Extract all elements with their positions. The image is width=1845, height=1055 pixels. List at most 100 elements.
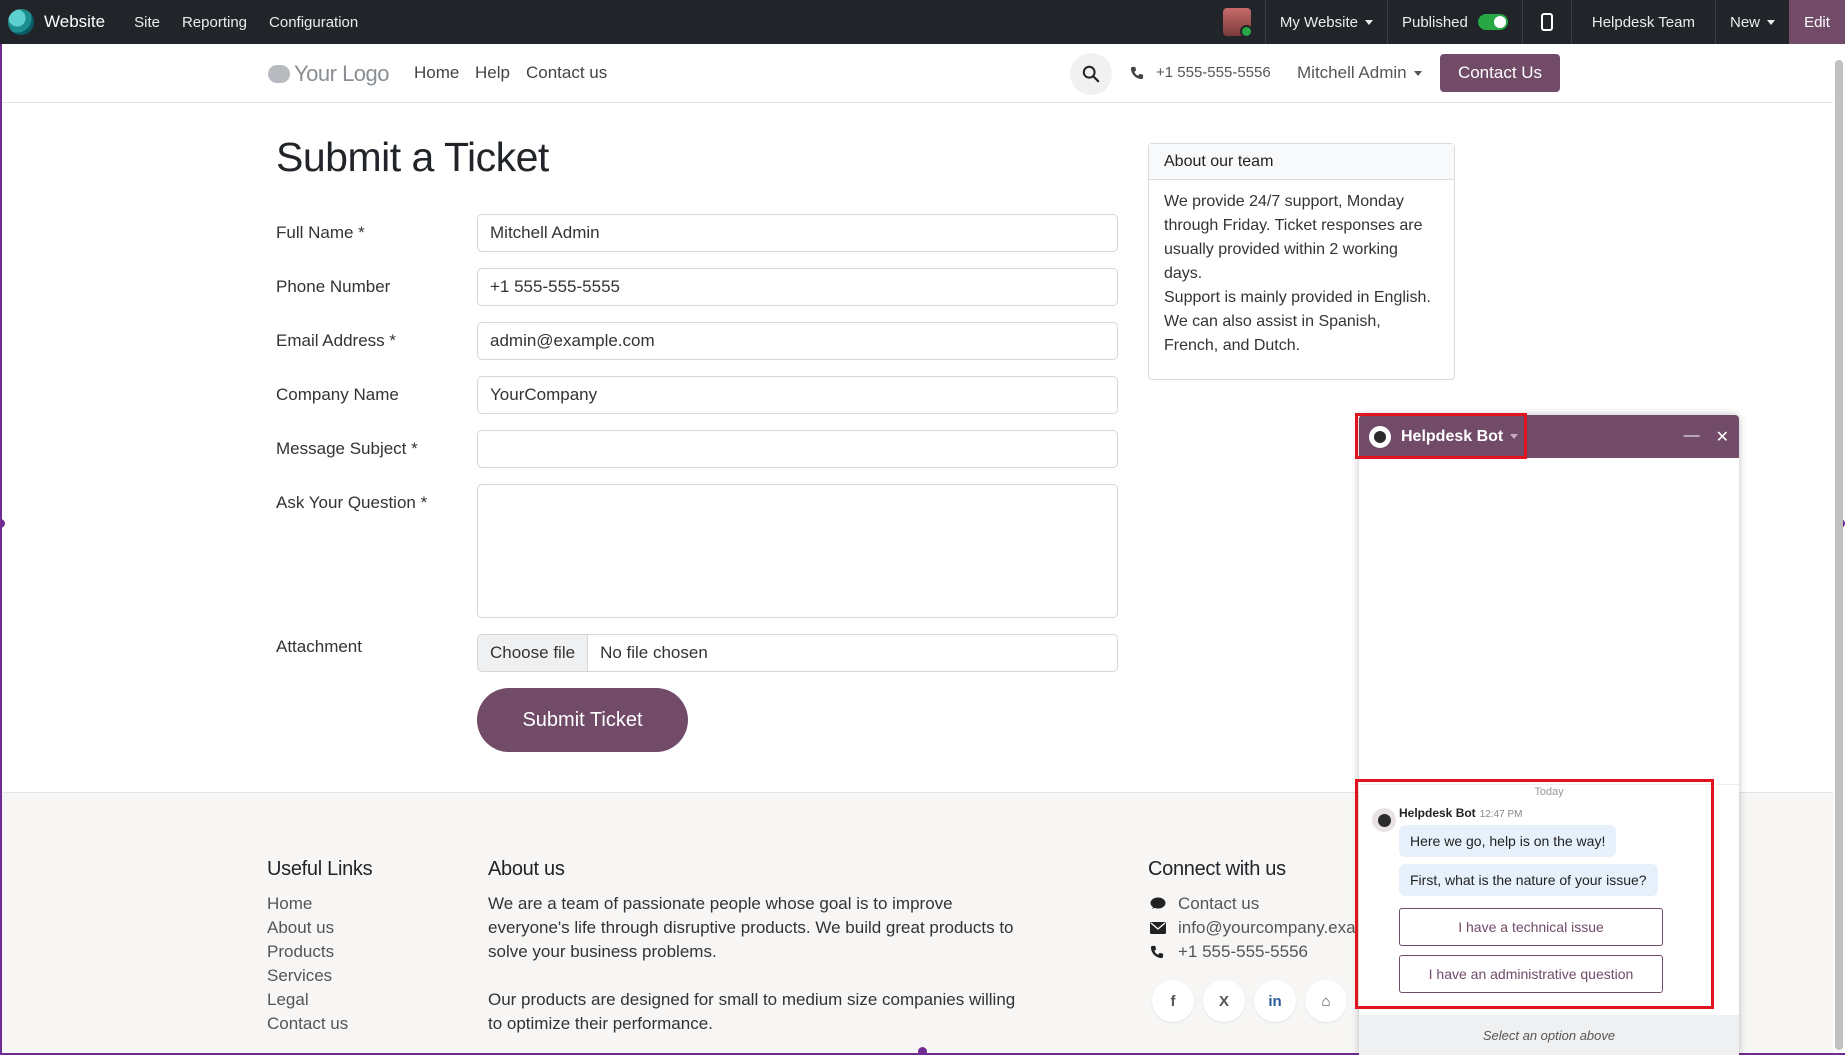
odoo-website-icon <box>8 9 34 35</box>
footer-phone-number: +1 555-555-5556 <box>1178 942 1308 961</box>
new-dropdown[interactable]: New <box>1716 0 1789 44</box>
date-separator: Today <box>1359 784 1739 798</box>
footer-phone-row[interactable]: +1 555-555-5556 <box>1150 940 1356 964</box>
edit-frame-border <box>0 44 2 1055</box>
company-input[interactable]: YourCompany <box>477 376 1118 414</box>
question-label: Ask Your Question * <box>276 493 428 512</box>
envelope-icon <box>1150 922 1166 934</box>
footer-email-link[interactable]: info@yourcompany.exa <box>1178 916 1356 940</box>
message-author-name: Helpdesk Bot <box>1399 806 1476 820</box>
menu-configuration[interactable]: Configuration <box>258 0 369 44</box>
my-website-label: My Website <box>1279 13 1358 31</box>
home-icon[interactable]: ⌂ <box>1305 980 1347 1022</box>
about-team-body: We provide 24/7 support, Monday through … <box>1149 180 1454 368</box>
full-name-label: Full Name * <box>276 223 365 242</box>
social-links: f X in ⌂ <box>1152 980 1356 1022</box>
minimize-icon[interactable]: — <box>1684 427 1700 447</box>
livechat-window: Helpdesk Bot — ✕ Today Helpdesk Bot 12:47… <box>1359 415 1739 1055</box>
connect-list: Contact us info@yourcompany.exa +1 555-5… <box>1150 892 1356 964</box>
app-brand-label: Website <box>44 12 106 31</box>
useful-links-title: Useful Links <box>267 858 373 880</box>
connect-title: Connect with us <box>1148 858 1286 880</box>
option-technical-issue-button[interactable]: I have a technical issue <box>1399 908 1663 946</box>
livechat-composer-hint: Select an option above <box>1359 1015 1739 1055</box>
chat-message: Here we go, help is on the way! <box>1399 825 1617 857</box>
footer-link-products[interactable]: Products <box>267 940 348 964</box>
new-label: New <box>1729 13 1760 31</box>
about-us-text: We are a team of passionate people whose… <box>488 892 1018 1036</box>
published-label: Published <box>1401 13 1468 31</box>
search-button[interactable] <box>1070 53 1112 95</box>
mobile-preview-button[interactable] <box>1523 0 1571 44</box>
nav-help[interactable]: Help <box>475 63 510 83</box>
full-name-input[interactable]: Mitchell Admin <box>477 214 1118 252</box>
about-us-paragraph: We are a team of passionate people whose… <box>488 894 1014 961</box>
question-textarea[interactable] <box>477 484 1118 618</box>
bot-avatar-icon <box>1369 425 1391 448</box>
livechat-thread: Today Helpdesk Bot 12:47 PM Here we go, h… <box>1359 458 1739 1015</box>
resize-handle[interactable] <box>918 1047 927 1055</box>
facebook-icon[interactable]: f <box>1152 980 1194 1022</box>
footer-link-legal[interactable]: Legal <box>267 988 348 1012</box>
footer-email-row[interactable]: info@yourcompany.exa <box>1150 916 1356 940</box>
nav-home[interactable]: Home <box>414 63 459 83</box>
useful-links-list: Home About us Products Services Legal Co… <box>267 892 348 1036</box>
helpdesk-team-link[interactable]: Helpdesk Team <box>1572 0 1715 44</box>
chevron-down-icon[interactable] <box>1510 434 1519 439</box>
message-author: Helpdesk Bot 12:47 PM <box>1399 806 1523 820</box>
chevron-down-icon <box>1413 71 1422 77</box>
attachment-file-input[interactable]: Choose file No file chosen <box>477 634 1118 672</box>
comment-icon <box>1150 897 1166 909</box>
footer-link-contact[interactable]: Contact us <box>267 1012 348 1036</box>
company-label: Company Name <box>276 385 399 404</box>
contact-us-button[interactable]: Contact Us <box>1440 54 1560 92</box>
about-us-title: About us <box>488 858 565 880</box>
user-menu-label: Mitchell Admin <box>1297 63 1407 82</box>
resize-handle[interactable] <box>0 519 5 528</box>
menu-reporting[interactable]: Reporting <box>171 0 258 44</box>
user-menu[interactable]: Mitchell Admin <box>1297 63 1422 83</box>
chevron-down-icon <box>1364 19 1373 25</box>
chat-message: First, what is the nature of your issue? <box>1399 864 1658 896</box>
footer-link-services[interactable]: Services <box>267 964 348 988</box>
phone-icon <box>1130 66 1144 79</box>
message-time: 12:47 PM <box>1479 809 1523 820</box>
chevron-down-icon <box>1767 19 1775 25</box>
about-team-title: About our team <box>1149 144 1454 180</box>
page-scrollbar[interactable] <box>1835 60 1843 1050</box>
header-phone-number: +1 555-555-5556 <box>1156 64 1271 81</box>
my-website-dropdown[interactable]: My Website <box>1266 0 1387 44</box>
phone-icon <box>1150 945 1164 959</box>
close-icon[interactable]: ✕ <box>1716 427 1729 447</box>
logo-cloud-icon <box>268 65 290 83</box>
footer-link-about[interactable]: About us <box>267 916 348 940</box>
site-logo[interactable]: Your Logo <box>268 61 390 87</box>
app-brand[interactable]: Website <box>0 0 123 44</box>
option-administrative-question-button[interactable]: I have an administrative question <box>1399 955 1663 993</box>
header-phone[interactable]: +1 555-555-5556 <box>1130 64 1271 81</box>
bot-avatar-icon <box>1372 808 1396 832</box>
published-toggle[interactable]: Published <box>1388 0 1522 44</box>
footer-contact-row[interactable]: Contact us <box>1150 892 1356 916</box>
search-icon <box>1082 65 1100 83</box>
edit-button[interactable]: Edit <box>1789 0 1845 44</box>
toggle-switch-icon[interactable] <box>1477 14 1508 30</box>
linkedin-icon[interactable]: in <box>1254 980 1296 1022</box>
email-label: Email Address * <box>276 331 396 350</box>
menu-site[interactable]: Site <box>123 0 171 44</box>
nav-contact-us[interactable]: Contact us <box>526 63 607 83</box>
footer-contact-link[interactable]: Contact us <box>1178 892 1259 916</box>
email-input[interactable]: admin@example.com <box>477 322 1118 360</box>
attachment-label: Attachment <box>276 637 362 656</box>
user-avatar[interactable] <box>1222 8 1253 38</box>
mobile-phone-icon <box>1540 13 1553 31</box>
x-twitter-icon[interactable]: X <box>1203 980 1245 1022</box>
choose-file-button[interactable]: Choose file <box>478 635 589 671</box>
admin-topbar: Website Site Reporting Configuration My … <box>0 0 1845 44</box>
phone-input[interactable]: +1 555-555-5555 <box>477 268 1118 306</box>
footer-link-home[interactable]: Home <box>267 892 348 916</box>
subject-input[interactable] <box>477 430 1118 468</box>
submit-ticket-button[interactable]: Submit Ticket <box>477 688 688 752</box>
livechat-header[interactable]: Helpdesk Bot — ✕ <box>1359 415 1739 458</box>
page-title: Submit a Ticket <box>276 134 549 180</box>
